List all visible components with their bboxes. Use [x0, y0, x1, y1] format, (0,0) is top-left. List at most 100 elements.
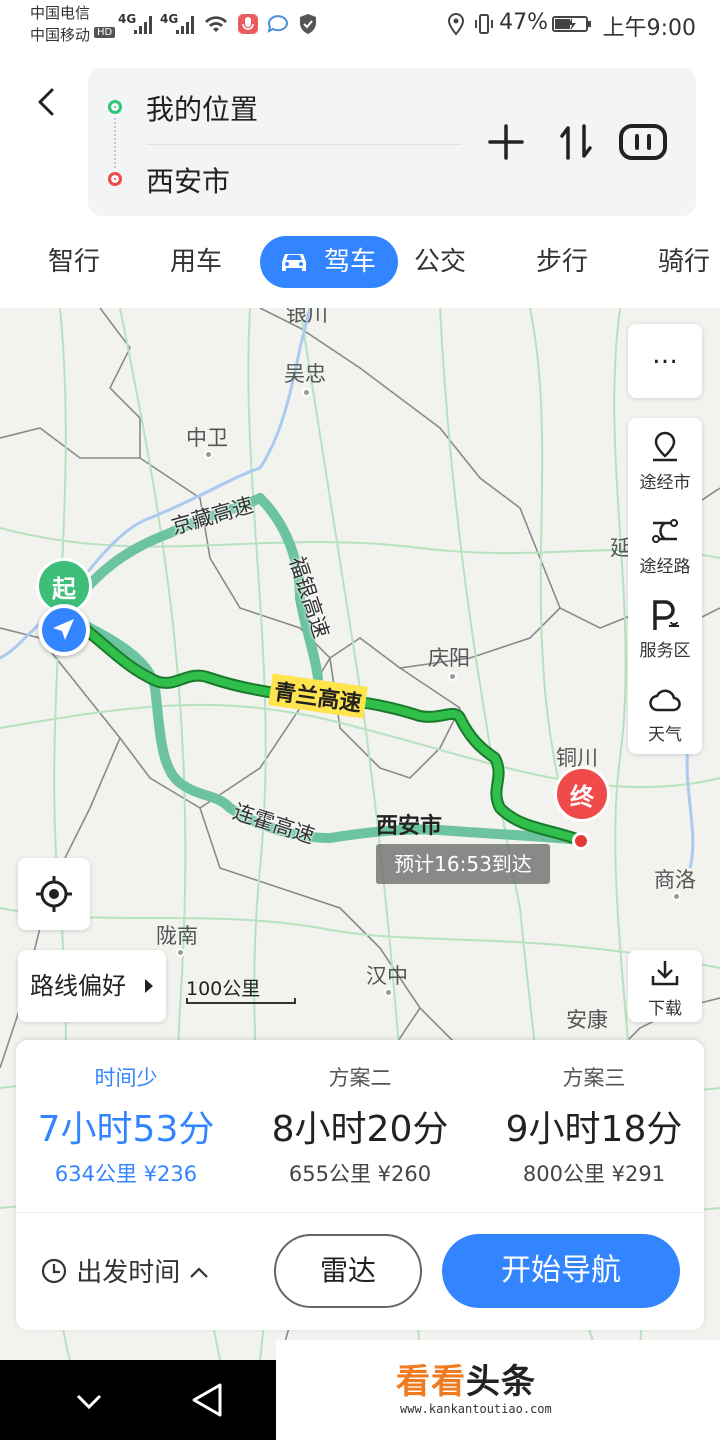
city-ankang: 安康 — [566, 1008, 608, 1032]
route-header: 我的位置 西安市 智行 用车 驾车 公交 步行 骑行 — [0, 50, 720, 308]
weather-button[interactable]: 天气 — [628, 670, 702, 754]
service-area-button[interactable]: 服务区 — [628, 586, 702, 670]
via-city-label: 途经市 — [639, 473, 691, 493]
download-button[interactable]: 下载 — [628, 950, 702, 1022]
clock-icon — [41, 1258, 67, 1284]
route-tools-panel: 途经市 途经路 服务区 天气 — [628, 418, 702, 754]
back-triangle-icon[interactable] — [190, 1382, 224, 1418]
city-marker — [384, 988, 393, 997]
start-dot-icon — [108, 100, 122, 114]
chat-bubble-icon — [267, 15, 288, 33]
tab-bike[interactable]: 骑行 — [658, 236, 710, 288]
download-label: 下载 — [648, 999, 682, 1019]
cloud-icon — [649, 689, 681, 712]
watermark-brand-2: 头条 — [466, 1362, 536, 1402]
tab-yongche[interactable]: 用车 — [170, 236, 222, 288]
more-icon: … — [652, 340, 678, 370]
locate-me-button[interactable] — [18, 858, 90, 930]
via-road-button[interactable]: 途经路 — [628, 502, 702, 586]
tab-bus[interactable]: 公交 — [414, 236, 466, 288]
mode-tabs: 智行 用车 驾车 公交 步行 骑行 — [0, 236, 720, 292]
city-xian: 西安市 — [376, 814, 443, 839]
caret-right-icon — [145, 979, 153, 993]
signal-1-icon — [134, 16, 152, 34]
city-yinchuan: 银川 — [286, 308, 328, 326]
plan-duration: 7小时53分 — [37, 1109, 215, 1150]
swap-icon[interactable] — [554, 120, 598, 164]
destination-pin — [572, 832, 590, 850]
download-icon — [651, 961, 679, 986]
tab-walk[interactable]: 步行 — [536, 236, 588, 288]
tab-drive-label: 驾车 — [324, 247, 377, 277]
plan-duration: 9小时18分 — [505, 1109, 683, 1150]
mic-icon — [238, 14, 258, 34]
city-marker — [672, 892, 681, 901]
scale-label: 100公里 — [186, 978, 261, 1000]
via-road-icon — [652, 519, 678, 543]
plan-option-1[interactable]: 时间少 7小时53分 634公里 ¥236 — [16, 1062, 236, 1188]
parking-icon — [653, 600, 679, 630]
via-city-button[interactable]: 途经市 — [628, 418, 702, 502]
plan-distance-cost: 800公里 ¥291 — [522, 1162, 666, 1186]
city-longnan: 陇南 — [156, 924, 198, 948]
plan-option-3[interactable]: 方案三 9小时18分 800公里 ¥291 — [484, 1062, 704, 1188]
chevron-down-icon[interactable] — [74, 1386, 104, 1416]
location-icon — [447, 12, 465, 36]
route-preference-label: 路线偏好 — [30, 972, 126, 1000]
city-zhongwei: 中卫 — [186, 426, 228, 450]
tab-zhixing[interactable]: 智行 — [48, 236, 100, 288]
city-qingyang: 庆阳 — [428, 646, 470, 670]
destination-field[interactable]: 西安市 — [146, 160, 230, 200]
wifi-icon — [205, 16, 227, 32]
assistant-icon[interactable] — [618, 120, 668, 164]
radar-button[interactable]: 雷达 — [274, 1234, 422, 1308]
city-wuzhong: 吴忠 — [284, 362, 326, 386]
start-navigation-button[interactable]: 开始导航 — [442, 1234, 680, 1308]
more-button[interactable]: … — [628, 324, 702, 398]
city-marker — [176, 948, 185, 957]
clock: 上午9:00 — [602, 16, 696, 41]
scale-bar — [186, 998, 296, 1004]
route-plans-card: 时间少 7小时53分 634公里 ¥236 方案二 8小时20分 655公里 ¥… — [16, 1040, 704, 1330]
add-waypoint-icon[interactable] — [484, 120, 528, 164]
watermark-brand: 看看头条 — [396, 1354, 536, 1403]
plan-distance-cost: 655公里 ¥260 — [288, 1162, 432, 1186]
carrier-1: 中国电信 — [30, 4, 91, 22]
chevron-up-icon — [189, 1267, 208, 1278]
navigation-arrow-icon — [42, 608, 86, 652]
battery-icon — [552, 16, 591, 32]
watermark-url: www.kankantoutiao.com — [400, 1402, 552, 1416]
departure-time-label: 出发时间 — [76, 1258, 181, 1288]
eta-label: 预计16:53到达 — [376, 844, 550, 884]
watermark: 看看头条 www.kankantoutiao.com — [276, 1340, 720, 1440]
plan-name: 时间少 — [94, 1066, 158, 1090]
divider — [146, 144, 462, 145]
carrier-2: 中国移动 — [30, 26, 91, 44]
route-connector — [114, 118, 116, 168]
tab-drive[interactable]: 驾车 — [260, 236, 399, 288]
origin-field[interactable]: 我的位置 — [146, 88, 258, 128]
status-bar: 中国电信 中国移动 HD 4G 4G 47% 上午9:00 — [0, 0, 720, 50]
end-marker[interactable]: 终 — [554, 766, 610, 822]
plan-option-2[interactable]: 方案二 8小时20分 655公里 ¥260 — [250, 1062, 470, 1188]
weather-label: 天气 — [648, 725, 682, 745]
departure-time-button[interactable]: 出发时间 — [40, 1252, 209, 1289]
city-shangluo: 商洛 — [654, 868, 696, 892]
shield-icon — [300, 14, 316, 34]
plan-duration: 8小时20分 — [271, 1109, 449, 1150]
city-marker — [204, 450, 213, 459]
route-preference-button[interactable]: 路线偏好 — [18, 950, 166, 1022]
current-location-marker — [38, 604, 90, 656]
car-icon — [282, 254, 306, 271]
divider — [16, 1212, 704, 1213]
vibrate-icon — [475, 14, 493, 34]
signal-2-icon — [176, 16, 194, 34]
service-area-label: 服务区 — [639, 641, 691, 661]
via-road-label: 途经路 — [639, 557, 691, 577]
plan-name: 方案二 — [328, 1066, 392, 1090]
city-marker — [448, 672, 457, 681]
back-arrow-icon[interactable] — [30, 84, 66, 120]
plan-name: 方案三 — [562, 1066, 626, 1090]
battery-percent: 47% — [499, 10, 548, 35]
plan-distance-cost: 634公里 ¥236 — [54, 1162, 198, 1186]
